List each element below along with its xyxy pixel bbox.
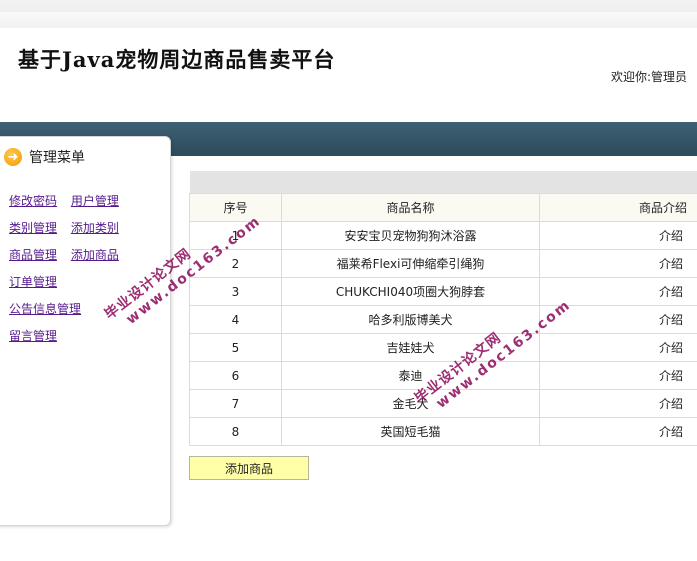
table-row: 2 福莱希Flexi可伸缩牵引绳狗 介绍 xyxy=(189,249,697,278)
col-header-name: 商品名称 xyxy=(281,193,540,222)
menu-row: 类别管理 添加类别 xyxy=(9,219,129,246)
cell-index: 6 xyxy=(189,361,282,390)
cell-intro-link[interactable]: 介绍 xyxy=(539,249,697,278)
menu-category-management[interactable]: 类别管理 xyxy=(9,221,57,235)
cell-intro-link[interactable]: 介绍 xyxy=(539,361,697,390)
menu-change-password[interactable]: 修改密码 xyxy=(9,194,57,208)
menu-product-management[interactable]: 商品管理 xyxy=(9,248,57,262)
menu-order-management[interactable]: 订单管理 xyxy=(9,275,57,289)
table-header-row: 序号 商品名称 商品介绍 xyxy=(189,193,697,222)
menu-row: 商品管理 添加商品 xyxy=(9,246,129,273)
cell-index: 4 xyxy=(189,305,282,334)
cell-index: 5 xyxy=(189,333,282,362)
site-title: 基于Java宠物周边商品售卖平台 xyxy=(18,47,336,72)
cell-intro-link[interactable]: 介绍 xyxy=(539,221,697,250)
top-strip-inner xyxy=(0,12,697,28)
cell-name: 福莱希Flexi可伸缩牵引绳狗 xyxy=(281,249,540,278)
menu-row: 订单管理 xyxy=(9,273,129,300)
sidebar-title: 管理菜单 xyxy=(29,150,85,166)
cell-index: 8 xyxy=(189,417,282,446)
content-header-band xyxy=(190,171,697,193)
cell-intro-link[interactable]: 介绍 xyxy=(539,389,697,418)
cell-intro-link[interactable]: 介绍 xyxy=(539,333,697,362)
menu-message-management[interactable]: 留言管理 xyxy=(9,329,57,343)
table-row: 8 英国短毛猫 介绍 xyxy=(189,417,697,446)
arrow-right-icon: ➜ xyxy=(4,148,22,166)
table-row: 1 安安宝贝宠物狗狗沐浴露 介绍 xyxy=(189,221,697,250)
cell-index: 7 xyxy=(189,389,282,418)
add-product-button[interactable]: 添加商品 xyxy=(189,456,309,480)
cell-name: 安安宝贝宠物狗狗沐浴露 xyxy=(281,221,540,250)
table-row: 5 吉娃娃犬 介绍 xyxy=(189,333,697,362)
table-row: 3 CHUKCHI040项圈大狗脖套 介绍 xyxy=(189,277,697,306)
menu-user-management[interactable]: 用户管理 xyxy=(71,194,119,208)
col-header-intro: 商品介绍 xyxy=(539,193,697,222)
menu-row: 修改密码 用户管理 xyxy=(9,192,129,219)
sidebar-menu: 修改密码 用户管理 类别管理 添加类别 商品管理 添加商品 订单管理 公告信息管… xyxy=(9,192,129,354)
menu-notice-management[interactable]: 公告信息管理 xyxy=(9,302,81,316)
cell-name: 英国短毛猫 xyxy=(281,417,540,446)
menu-row: 留言管理 xyxy=(9,327,129,354)
menu-add-product[interactable]: 添加商品 xyxy=(71,248,119,262)
table-row: 4 哈多利版博美犬 介绍 xyxy=(189,305,697,334)
cell-name: CHUKCHI040项圈大狗脖套 xyxy=(281,277,540,306)
welcome-text: 欢迎你:管理员 xyxy=(610,70,687,84)
cell-intro-link[interactable]: 介绍 xyxy=(539,417,697,446)
sidebar-header: ➜ 管理菜单 xyxy=(4,148,85,166)
menu-add-category[interactable]: 添加类别 xyxy=(71,221,119,235)
cell-index: 3 xyxy=(189,277,282,306)
